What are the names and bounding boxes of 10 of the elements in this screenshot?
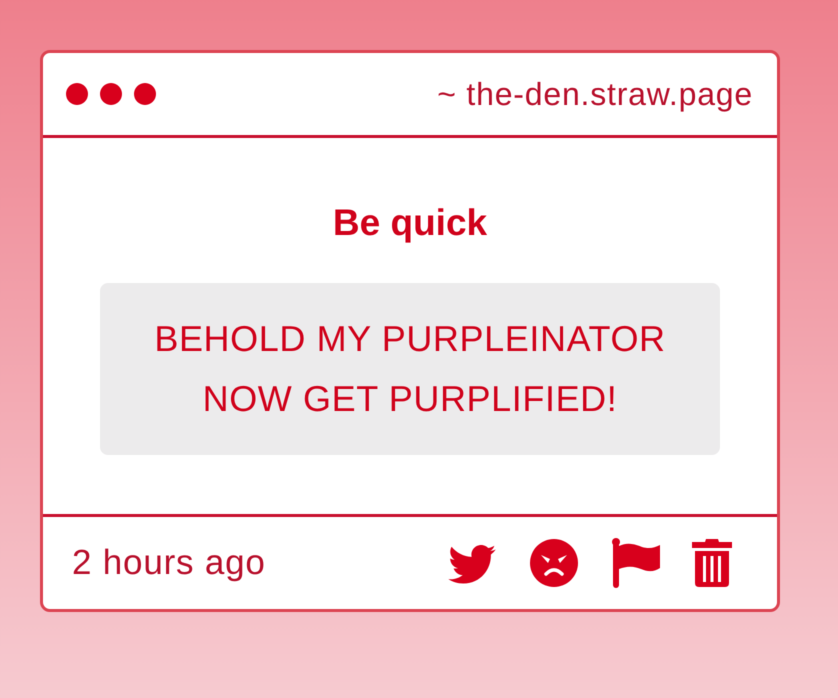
angry-face-icon[interactable]: [530, 539, 578, 587]
post-title: Be quick: [332, 201, 488, 245]
window-dot-icon: [100, 83, 122, 105]
window-dot-icon: [66, 83, 88, 105]
window-dot-icon: [134, 83, 156, 105]
page-address: ~ the-den.straw.page: [437, 76, 753, 112]
post-time: 2 hours ago: [72, 543, 266, 583]
message-box: BEHOLD MY PURPLEINATOR NOW GET PURPLIFIED!: [100, 283, 720, 455]
trash-icon[interactable]: [692, 539, 732, 587]
flag-icon[interactable]: [612, 538, 660, 588]
